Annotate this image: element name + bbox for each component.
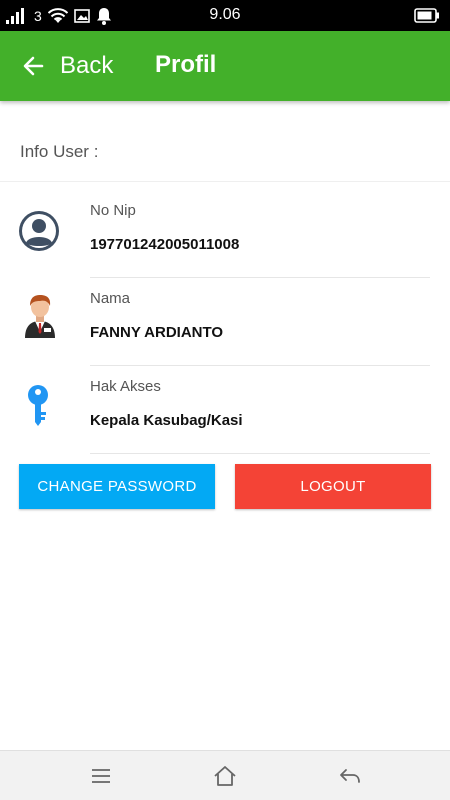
status-bar: 3 9.06 <box>0 0 450 31</box>
hak-akses-label: Hak Akses <box>90 378 161 395</box>
home-icon[interactable] <box>212 763 238 789</box>
battery-icon <box>414 8 439 23</box>
nama-value: FANNY ARDIANTO <box>90 324 224 341</box>
page-title: Profil <box>155 51 217 78</box>
back-arrow-icon <box>23 56 44 76</box>
nip-value: 197701242005011008 <box>90 236 240 253</box>
menu-icon[interactable] <box>88 763 114 789</box>
system-nav-bar <box>0 750 450 800</box>
divider <box>90 453 430 454</box>
app-bar: Back Profil <box>0 31 450 101</box>
info-row-nip: No Nip 197701242005011008 <box>0 190 450 278</box>
section-title: Info User : <box>20 142 99 161</box>
info-row-nama: Nama FANNY ARDIANTO <box>0 278 450 366</box>
key-icon <box>28 385 48 426</box>
logout-button[interactable]: LOGOUT <box>235 464 431 509</box>
person-icon <box>25 295 55 338</box>
back-arrow-icon[interactable] <box>337 763 363 789</box>
back-label: Back <box>60 52 114 79</box>
nip-label: No Nip <box>90 202 136 219</box>
section-header: Info User : <box>0 120 450 182</box>
change-password-button[interactable]: CHANGE PASSWORD <box>19 464 215 509</box>
back-button[interactable]: Back <box>22 49 113 83</box>
hak-akses-value: Kepala Kasubag/Kasi <box>90 412 243 429</box>
status-time: 9.06 <box>209 6 241 23</box>
info-row-hak-akses: Hak Akses Kepala Kasubag/Kasi <box>0 366 450 454</box>
user-avatar-icon <box>19 211 59 251</box>
nama-label: Nama <box>90 290 131 307</box>
